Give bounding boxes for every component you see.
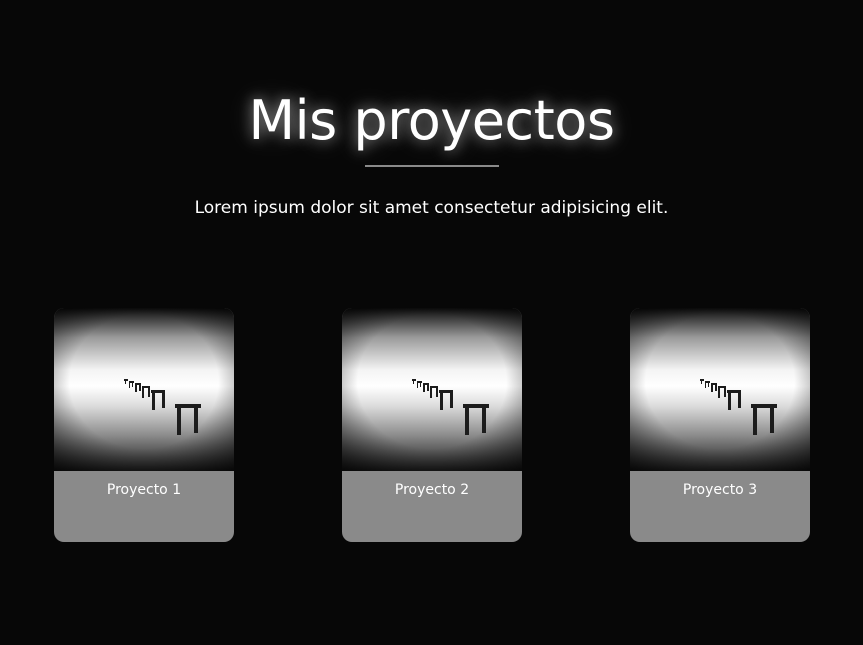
project-card-2[interactable]: Proyecto 2 xyxy=(342,308,522,542)
projects-section: Mis proyectos Lorem ipsum dolor sit amet… xyxy=(0,0,863,645)
project-title-1: Proyecto 1 xyxy=(106,482,182,498)
page-title: Mis proyectos xyxy=(248,89,615,152)
project-card-3[interactable]: Proyecto 3 xyxy=(630,308,810,542)
project-image-2 xyxy=(342,308,522,471)
project-image-3 xyxy=(630,308,810,471)
project-title-3: Proyecto 3 xyxy=(682,482,758,498)
project-image-1 xyxy=(54,308,234,471)
section-subtitle: Lorem ipsum dolor sit amet consectetur a… xyxy=(194,198,669,218)
project-card-1[interactable]: Proyecto 1 xyxy=(54,308,234,542)
title-divider xyxy=(365,165,499,167)
project-title-2: Proyecto 2 xyxy=(394,482,470,498)
